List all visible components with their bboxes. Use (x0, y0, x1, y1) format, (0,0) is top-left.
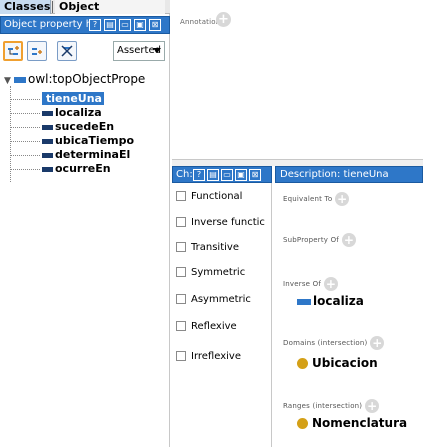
tree-item-label: ubicaTiempo (55, 134, 135, 147)
help-icon[interactable]: ? (89, 19, 101, 31)
sync-icon[interactable]: ▤ (104, 19, 116, 31)
class-icon (297, 358, 308, 369)
annotations-panel: Annotations + (172, 0, 423, 160)
tab-separator (52, 1, 53, 13)
inverse-of-entry[interactable]: localiza (297, 294, 364, 308)
hierarchy-toolbar: Asserted (0, 37, 170, 67)
maximize-icon[interactable]: ▣ (134, 19, 146, 31)
add-inverse-icon[interactable]: + (323, 277, 338, 291)
add-annotation-icon[interactable]: + (216, 12, 231, 27)
add-sibling-button[interactable] (27, 41, 47, 61)
add-subproperty-button[interactable] (3, 41, 23, 61)
hierarchy-view-titlebar: Object property h ? ▤ ▭ ▣ ⊠ (0, 16, 170, 34)
add-subproperty-of-icon[interactable]: + (341, 233, 356, 247)
tree-root[interactable]: ▼ owl:topObjectPrope (4, 72, 145, 86)
asymmetric-checkbox[interactable]: Asymmetric (176, 293, 251, 307)
tree-item-label: localiza (55, 106, 102, 119)
property-icon (42, 138, 53, 144)
close-icon[interactable]: ⊠ (249, 169, 261, 181)
tree-item-label: sucedeEn (55, 120, 115, 133)
tree-item-ocurreen[interactable]: ocurreEn (10, 162, 170, 175)
property-icon (42, 124, 53, 130)
sync-icon[interactable]: ▤ (207, 169, 219, 181)
add-domain-icon[interactable]: + (370, 336, 385, 350)
help-icon[interactable]: ? (193, 169, 205, 181)
tree-root-label: owl:topObjectPrope (28, 72, 146, 86)
hierarchy-filter-select[interactable]: Asserted (113, 41, 165, 61)
property-icon (42, 166, 53, 172)
subproperty-of-section: SubProperty Of + (283, 233, 356, 247)
object-property-hierarchy-panel: Classes Object properties Object propert… (0, 0, 170, 447)
characteristics-titlebar: Ch: ? ▤ ▭ ▣ ⊠ (172, 166, 272, 183)
description-titlebar: Description: tieneUna (275, 166, 423, 183)
minimize-icon[interactable]: ▭ (221, 169, 233, 181)
maximize-icon[interactable]: ▣ (235, 169, 247, 181)
property-tree: ▼ owl:topObjectPrope tieneUna localiza su… (0, 72, 170, 182)
inverse-of-section: Inverse Of + (283, 277, 338, 291)
domain-entry[interactable]: Ubicacion (297, 356, 378, 370)
description-title: Description: tieneUna (280, 169, 389, 180)
domains-section: Domains (intersection) + (283, 336, 385, 350)
equivalent-to-section: Equivalent To + (283, 192, 350, 206)
reflexive-checkbox[interactable]: Reflexive (176, 320, 237, 334)
delete-icon (61, 45, 73, 57)
add-subproperty-icon (8, 46, 19, 55)
description-panel: Description: tieneUna Equivalent To + Sub… (275, 166, 423, 447)
tree-item-tieneuna[interactable]: tieneUna (10, 92, 170, 105)
tree-item-localiza[interactable]: localiza (10, 106, 170, 119)
property-icon (14, 76, 26, 83)
range-entry[interactable]: Nomenclatura (297, 416, 407, 430)
delete-property-button[interactable] (57, 41, 77, 61)
minimize-icon[interactable]: ▭ (119, 19, 131, 31)
add-sibling-icon (32, 48, 42, 55)
close-icon[interactable]: ⊠ (149, 19, 161, 31)
tree-item-label: determinaEl (55, 148, 131, 161)
tree-item-label: ocurreEn (55, 162, 111, 175)
tab-object-properties[interactable]: Object properties (55, 0, 165, 27)
characteristics-title: Ch: (176, 169, 193, 180)
symmetric-checkbox[interactable]: Symmetric (176, 266, 245, 280)
expand-icon[interactable]: ▼ (4, 74, 14, 88)
transitive-checkbox[interactable]: Transitive (176, 241, 239, 255)
tree-item-sucedeen[interactable]: sucedeEn (10, 120, 170, 133)
irreflexive-checkbox[interactable]: Irreflexive (176, 350, 241, 364)
property-icon (42, 152, 53, 158)
property-icon (42, 110, 53, 116)
hierarchy-view-title: Object property h (4, 19, 93, 30)
inverse-functional-checkbox[interactable]: Inverse functic (176, 216, 265, 230)
class-icon (297, 418, 308, 429)
add-equivalent-icon[interactable]: + (335, 192, 350, 206)
add-range-icon[interactable]: + (365, 399, 380, 413)
ranges-section: Ranges (intersection) + (283, 399, 380, 413)
chevron-down-icon (153, 48, 161, 53)
functional-checkbox[interactable]: Functional (176, 190, 242, 204)
tab-strip: Classes Object properties (0, 0, 170, 27)
tree-item-label: tieneUna (42, 92, 104, 105)
characteristics-panel: Ch: ? ▤ ▭ ▣ ⊠ Functional Inverse functic… (172, 166, 272, 447)
tab-classes[interactable]: Classes (0, 0, 51, 14)
tree-item-ubicatiempo[interactable]: ubicaTiempo (10, 134, 170, 147)
tree-item-determinael[interactable]: determinaEl (10, 148, 170, 161)
property-icon (297, 298, 311, 305)
